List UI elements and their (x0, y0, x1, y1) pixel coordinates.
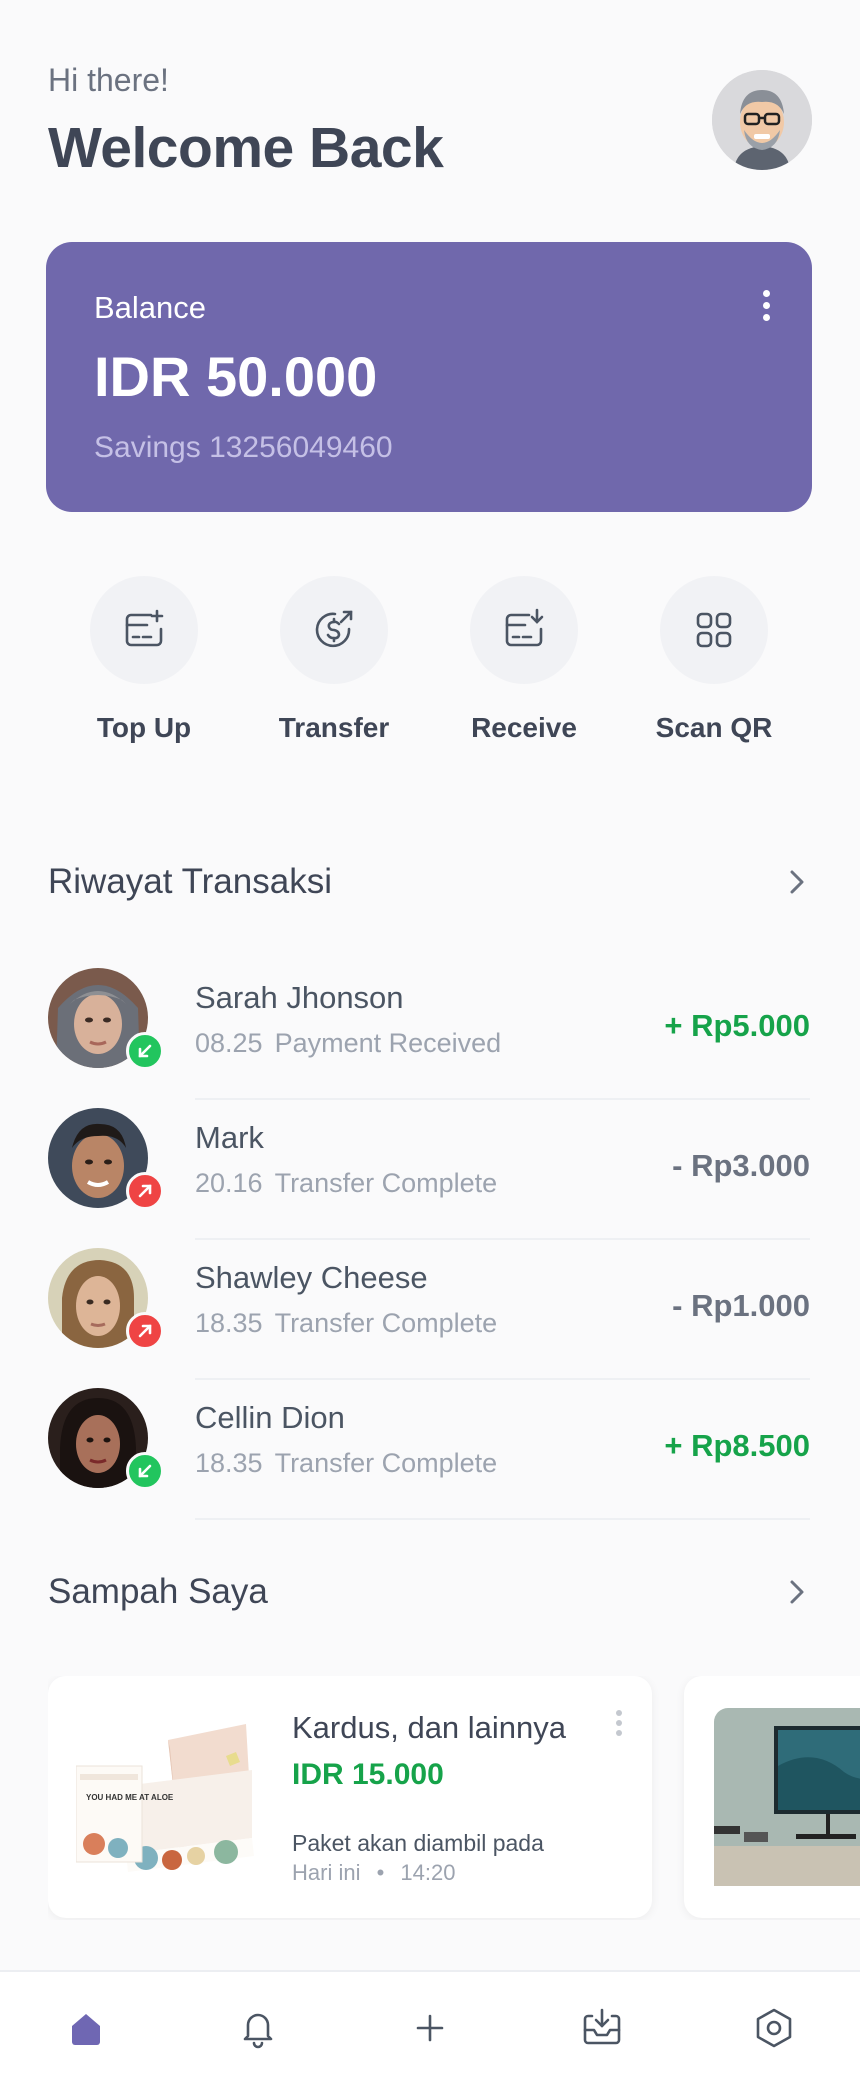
transaction-details: Mark 20.16 Transfer Complete - Rp3.000 (195, 1120, 810, 1240)
scan-qr-label: Scan QR (655, 712, 773, 743)
box-label: YOU HAD ME AT ALOE (86, 1793, 174, 1802)
transaction-amount: + Rp8.500 (664, 1428, 810, 1463)
scan-qr-button[interactable]: Scan QR (634, 576, 794, 744)
top-up-label: Top Up (96, 712, 192, 743)
quick-actions: Top Up Transfer Receive Scan QR (46, 576, 812, 744)
inbox-download-icon (583, 2008, 621, 2045)
transaction-time: 18.35 (195, 1448, 263, 1478)
page-title: Welcome Back (48, 116, 444, 180)
scan-qr-icon (660, 576, 768, 684)
sampah-title: Sampah Saya (48, 1572, 268, 1611)
nav-inbox[interactable] (562, 1988, 642, 2068)
card-more-icon[interactable] (614, 1710, 624, 1740)
balance-amount: IDR 50.000 (94, 345, 378, 408)
transfer-icon (280, 576, 388, 684)
transaction-time: 18.35 (195, 1308, 263, 1338)
nav-settings[interactable] (734, 1988, 814, 2068)
monitor-image (714, 1708, 860, 1886)
transfer-button[interactable]: Transfer (254, 576, 414, 744)
top-up-button[interactable]: Top Up (64, 576, 224, 744)
transaction-status: Transfer Complete (274, 1448, 498, 1478)
more-options-icon[interactable] (760, 290, 772, 324)
transaction-details: Cellin Dion 18.35 Transfer Complete + Rp8… (195, 1400, 810, 1520)
chevron-right-icon[interactable] (782, 867, 812, 897)
transaction-status: Payment Received (274, 1028, 502, 1058)
nav-notifications[interactable] (218, 1988, 298, 2068)
sampah-item-price: IDR 15.000 (292, 1758, 444, 1791)
transaction-status: Transfer Complete (274, 1308, 498, 1338)
transaction-row[interactable]: Sarah Jhonson 08.25 Payment Received + Rp… (48, 960, 810, 1100)
transaction-details: Shawley Cheese 18.35 Transfer Complete - … (195, 1260, 810, 1380)
pickup-day: Hari ini (292, 1860, 361, 1885)
transactions-header: Riwayat Transaksi (48, 862, 812, 902)
memoji-avatar-icon (712, 70, 812, 170)
transaction-time: 20.16 (195, 1168, 263, 1198)
transaction-details: Sarah Jhonson 08.25 Payment Received + Rp… (195, 980, 810, 1100)
transactions-title: Riwayat Transaksi (48, 862, 332, 901)
top-up-icon (90, 576, 198, 684)
separator-dot: • (376, 1860, 385, 1885)
arrow-down-left-icon (126, 1032, 164, 1070)
transaction-time: 08.25 (195, 1028, 263, 1058)
balance-card[interactable]: Balance IDR 50.000 Savings 13256049460 (46, 242, 812, 512)
sampah-card[interactable]: YOU HAD ME AT ALOE Kardus, dan lainnya I… (48, 1676, 652, 1918)
transaction-amount: - Rp1.000 (672, 1288, 810, 1323)
pickup-hour: 14:20 (400, 1860, 456, 1885)
transaction-list: Sarah Jhonson 08.25 Payment Received + Rp… (48, 960, 810, 1520)
transaction-row[interactable]: Mark 20.16 Transfer Complete - Rp3.000 (48, 1100, 810, 1240)
arrow-down-left-icon (126, 1452, 164, 1490)
profile-avatar[interactable] (712, 70, 812, 170)
sampah-cards: YOU HAD ME AT ALOE Kardus, dan lainnya I… (48, 1676, 860, 1920)
transfer-label: Transfer (278, 712, 390, 743)
sampah-item-title: Kardus, dan lainnya (292, 1710, 567, 1745)
greeting-text: Hi there! (48, 62, 169, 98)
arrow-up-right-icon (126, 1312, 164, 1350)
transaction-amount: - Rp3.000 (672, 1148, 810, 1183)
transaction-amount: + Rp5.000 (664, 1008, 810, 1043)
home-icon (72, 2014, 100, 2045)
pickup-time: Hari ini • 14:20 (292, 1860, 455, 1886)
nav-home[interactable] (46, 1988, 126, 2068)
header: Hi there! Welcome Back (48, 62, 812, 182)
arrow-up-right-icon (126, 1172, 164, 1210)
transaction-row[interactable]: Shawley Cheese 18.35 Transfer Complete - … (48, 1240, 810, 1380)
chevron-right-icon[interactable] (782, 1577, 812, 1607)
receive-label: Receive (471, 712, 577, 743)
bottom-nav (0, 1970, 860, 2084)
balance-label: Balance (94, 290, 207, 325)
plus-icon (416, 2014, 444, 2042)
receive-icon (470, 576, 578, 684)
sampah-header: Sampah Saya (48, 1572, 812, 1612)
cardboard-box-image: YOU HAD ME AT ALOE (75, 1708, 262, 1878)
bell-icon (243, 2013, 273, 2049)
nav-add[interactable] (390, 1988, 470, 2068)
transaction-status: Transfer Complete (274, 1168, 498, 1198)
receive-button[interactable]: Receive (444, 576, 604, 744)
sampah-card-next[interactable] (684, 1676, 860, 1918)
settings-hexagon-icon (756, 2008, 792, 2048)
account-number: Savings 13256049460 (94, 431, 393, 464)
transaction-row[interactable]: Cellin Dion 18.35 Transfer Complete + Rp8… (48, 1380, 810, 1520)
pickup-note: Paket akan diambil pada (292, 1830, 544, 1856)
